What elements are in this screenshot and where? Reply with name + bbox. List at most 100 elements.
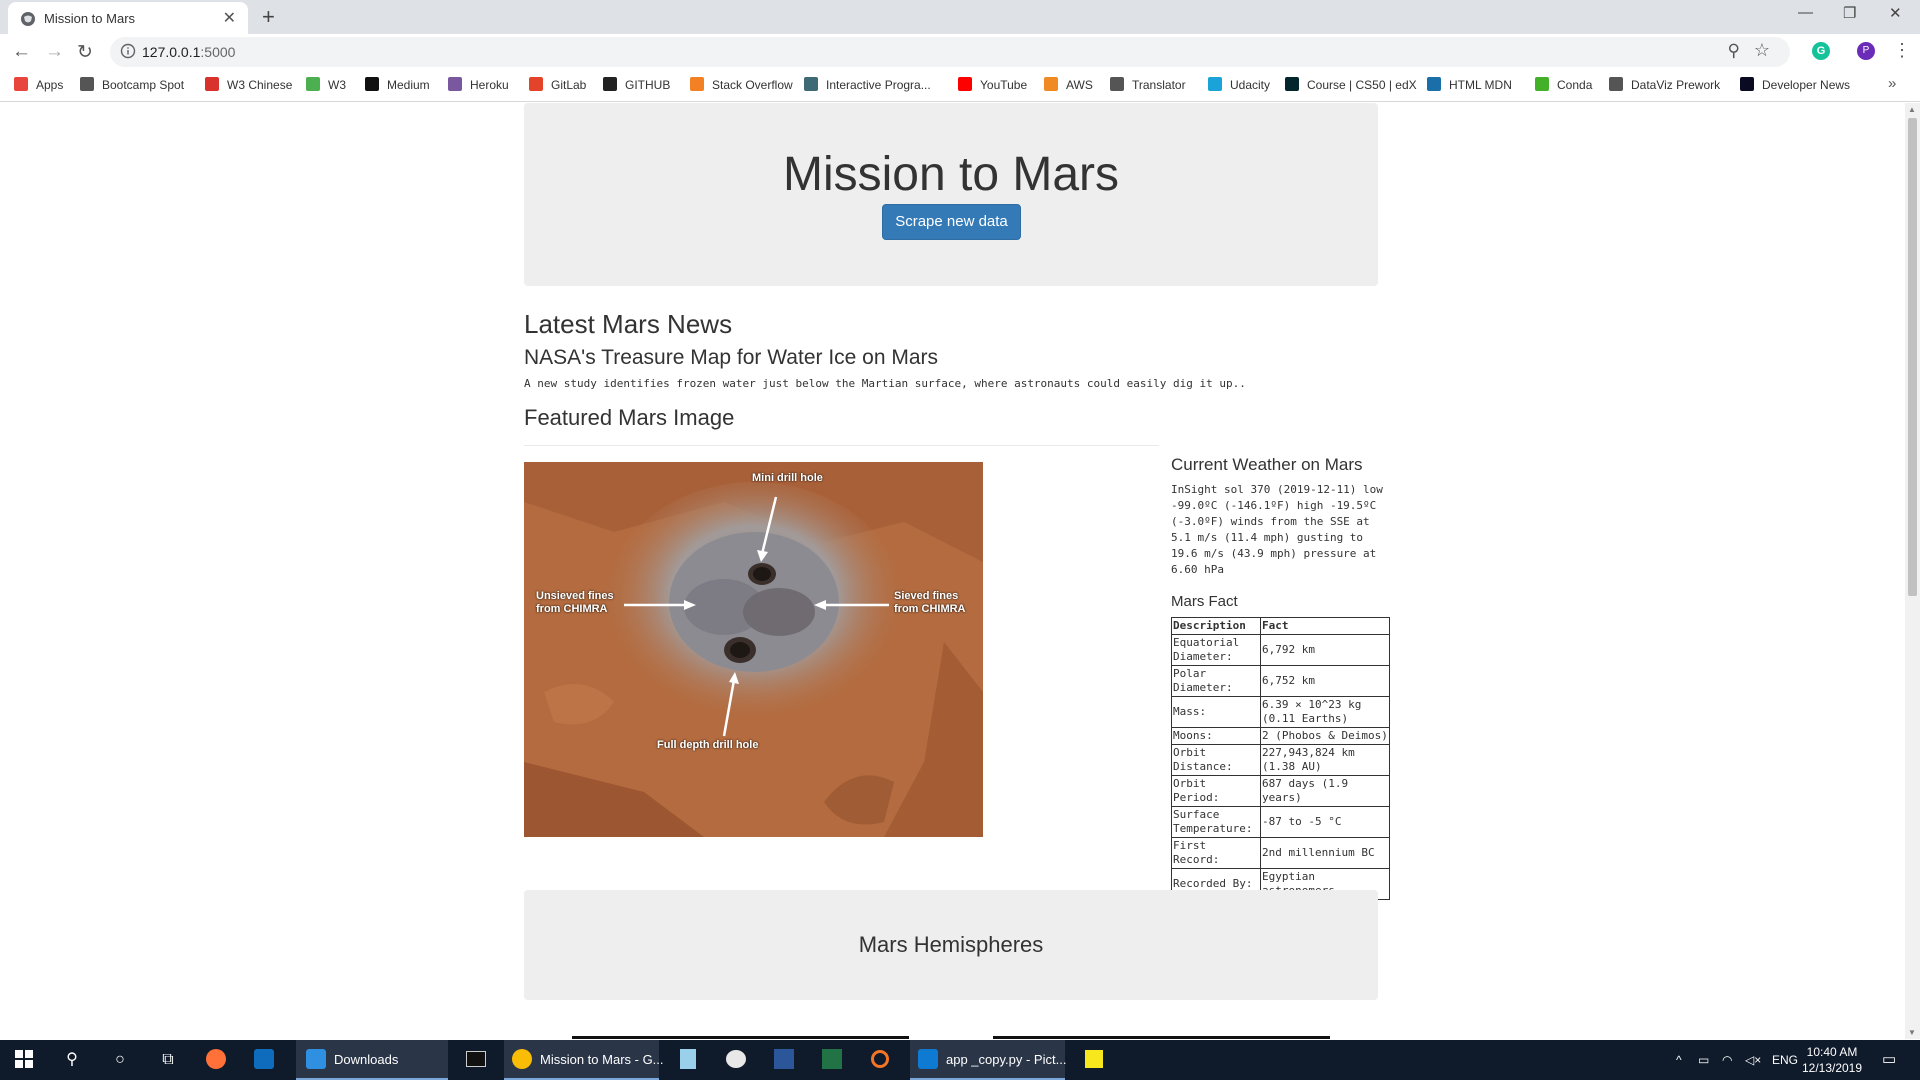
weather-text: InSight sol 370 (2019-12-11) low -99.0ºC… [1171, 483, 1383, 576]
volume-muted-icon[interactable]: ◁× [1745, 1040, 1761, 1080]
clock-time: 10:40 AM [1806, 1045, 1858, 1059]
new-tab-button[interactable]: + [262, 4, 275, 30]
downloads-taskbar-item[interactable]: Downloads [296, 1040, 448, 1080]
excel-icon[interactable] [808, 1040, 856, 1080]
bookmark-item[interactable]: W3 [306, 77, 346, 92]
page-title: Mission to Mars [782, 148, 1120, 201]
bookmark-favicon-icon [804, 77, 818, 91]
chrome-icon [512, 1049, 532, 1069]
tab-mission-to-mars[interactable]: Mission to Mars ✕ [8, 2, 248, 34]
battery-icon[interactable]: ▭ [1698, 1040, 1709, 1080]
fact-value: 2nd millennium BC [1260, 837, 1390, 869]
table-header-row: Description Fact [1171, 617, 1390, 635]
fact-value: 227,943,824 km (1.38 AU) [1260, 744, 1390, 776]
bookmark-label: AWS [1066, 78, 1093, 92]
more-bookmarks-icon[interactable]: » [1888, 75, 1896, 92]
bookmark-item[interactable]: DataViz Prework [1609, 77, 1720, 92]
system-clock[interactable]: 10:40 AM 12/13/2019 [1796, 1044, 1868, 1076]
bookmarks-bar: Apps Bootcamp Spot W3 Chinese W3 Medium Herok… [0, 70, 1920, 102]
word-icon[interactable] [760, 1040, 808, 1080]
bookmark-label: YouTube [980, 78, 1028, 92]
scrollbar-thumb[interactable] [1908, 118, 1917, 596]
scrape-new-data-button[interactable]: Scrape new data [882, 204, 1021, 240]
bookmark-item[interactable]: YouTube [958, 77, 1027, 92]
sticky-notes-icon[interactable] [1070, 1040, 1118, 1080]
page-scrollbar[interactable]: ▲ ▼ [1905, 103, 1920, 1039]
reload-icon[interactable]: ↻ [77, 41, 93, 64]
paint-icon[interactable] [712, 1040, 760, 1080]
bookmark-item[interactable]: HTML MDN [1427, 77, 1512, 92]
bookmark-item[interactable]: Medium [365, 77, 430, 92]
vscode-taskbar-item[interactable]: app _copy.py - Pict... [910, 1040, 1066, 1080]
bookmark-label: Bootcamp Spot [102, 78, 185, 92]
bookmark-item[interactable]: Course | CS50 | edX [1285, 77, 1417, 92]
show-hidden-icons-icon[interactable]: ^ [1676, 1040, 1682, 1080]
windows-start-icon[interactable] [0, 1040, 48, 1080]
fact-value: -87 to -5 °C [1260, 806, 1390, 838]
info-icon[interactable] [120, 43, 136, 59]
bookmark-label: Conda [1557, 78, 1593, 92]
fact-description: First Record: [1171, 837, 1261, 869]
bookmark-item[interactable]: Translator [1110, 77, 1186, 92]
image-label-mini-drill: Mini drill hole [752, 472, 823, 484]
cortana-icon[interactable]: ○ [96, 1040, 144, 1080]
table-row: First Record: 2nd millennium BC [1171, 837, 1390, 869]
address-bar[interactable]: 127.0.0.1:5000 ⚲ ☆ [110, 37, 1790, 67]
grammarly-extension-icon[interactable]: G [1812, 42, 1830, 60]
bookmark-item[interactable]: Stack Overflow [690, 77, 793, 92]
scroll-down-icon[interactable]: ▼ [1908, 1028, 1916, 1037]
bookmark-star-icon[interactable]: ☆ [1754, 40, 1770, 61]
bookmark-item[interactable]: Apps [14, 77, 63, 92]
fact-value: 2 (Phobos & Deimos) [1260, 727, 1390, 745]
download-arrow-icon [306, 1049, 326, 1069]
bookmark-item[interactable]: GitLab [529, 77, 586, 92]
notifications-icon[interactable]: ▭ [1882, 1040, 1896, 1080]
table-row: Polar Diameter: 6,752 km [1171, 665, 1390, 697]
bookmark-label: GITHUB [625, 78, 671, 92]
column-header: Description [1171, 617, 1261, 635]
bookmark-item[interactable]: Interactive Progra... [804, 77, 931, 92]
table-row: Equatorial Diameter: 6,792 km [1171, 634, 1390, 666]
minimize-icon[interactable]: — [1798, 4, 1813, 21]
outlook-icon[interactable] [240, 1040, 288, 1080]
terminal-icon[interactable] [452, 1040, 500, 1080]
close-tab-icon[interactable]: ✕ [223, 8, 236, 28]
menu-kebab-icon[interactable]: ⋮ [1893, 40, 1911, 61]
forward-arrow-icon[interactable]: → [45, 41, 64, 63]
bookmark-item[interactable]: W3 Chinese [205, 77, 292, 92]
bookmark-favicon-icon [306, 77, 320, 91]
bookmark-item[interactable]: GITHUB [603, 77, 670, 92]
back-arrow-icon[interactable]: ← [12, 41, 31, 63]
image-label-sieved: Sieved fines from CHIMRA [894, 590, 966, 615]
bookmark-label: Translator [1132, 78, 1186, 92]
jupyter-icon[interactable] [856, 1040, 904, 1080]
bookmark-item[interactable]: Developer News [1740, 77, 1850, 92]
bookmark-item[interactable]: AWS [1044, 77, 1093, 92]
bookmark-favicon-icon [448, 77, 462, 91]
chrome-taskbar-item[interactable]: Mission to Mars - G... [504, 1040, 664, 1080]
zoom-icon[interactable]: ⚲ [1728, 41, 1740, 61]
bookmark-label: Stack Overflow [712, 78, 793, 92]
restore-icon[interactable]: ❐ [1843, 4, 1856, 22]
profile-avatar[interactable]: P [1857, 42, 1875, 60]
bookmark-item[interactable]: Conda [1535, 77, 1592, 92]
bookmark-item[interactable]: Udacity [1208, 77, 1270, 92]
facts-heading: Mars Fact [1171, 593, 1238, 610]
close-window-icon[interactable]: ✕ [1889, 4, 1902, 22]
bookmark-item[interactable]: Heroku [448, 77, 509, 92]
bookmark-item[interactable]: Bootcamp Spot [80, 77, 184, 92]
fact-description: Mass: [1171, 696, 1261, 728]
firefox-icon[interactable] [192, 1040, 240, 1080]
wifi-icon[interactable]: ◠ [1722, 1040, 1732, 1080]
notepad-icon[interactable] [664, 1040, 712, 1080]
task-view-icon[interactable]: ⧉ [144, 1040, 192, 1080]
featured-image-heading: Featured Mars Image [524, 405, 735, 430]
divider [524, 445, 1159, 446]
image-label-full-drill: Full depth drill hole [657, 739, 759, 751]
search-icon[interactable]: ⚲ [48, 1040, 96, 1080]
news-teaser: A new study identifies frozen water just… [524, 377, 1246, 390]
scroll-up-icon[interactable]: ▲ [1908, 105, 1916, 114]
language-indicator[interactable]: ENG [1772, 1040, 1798, 1080]
url-text: 127.0.0.1:5000 [142, 44, 236, 60]
bookmark-favicon-icon [80, 77, 94, 91]
